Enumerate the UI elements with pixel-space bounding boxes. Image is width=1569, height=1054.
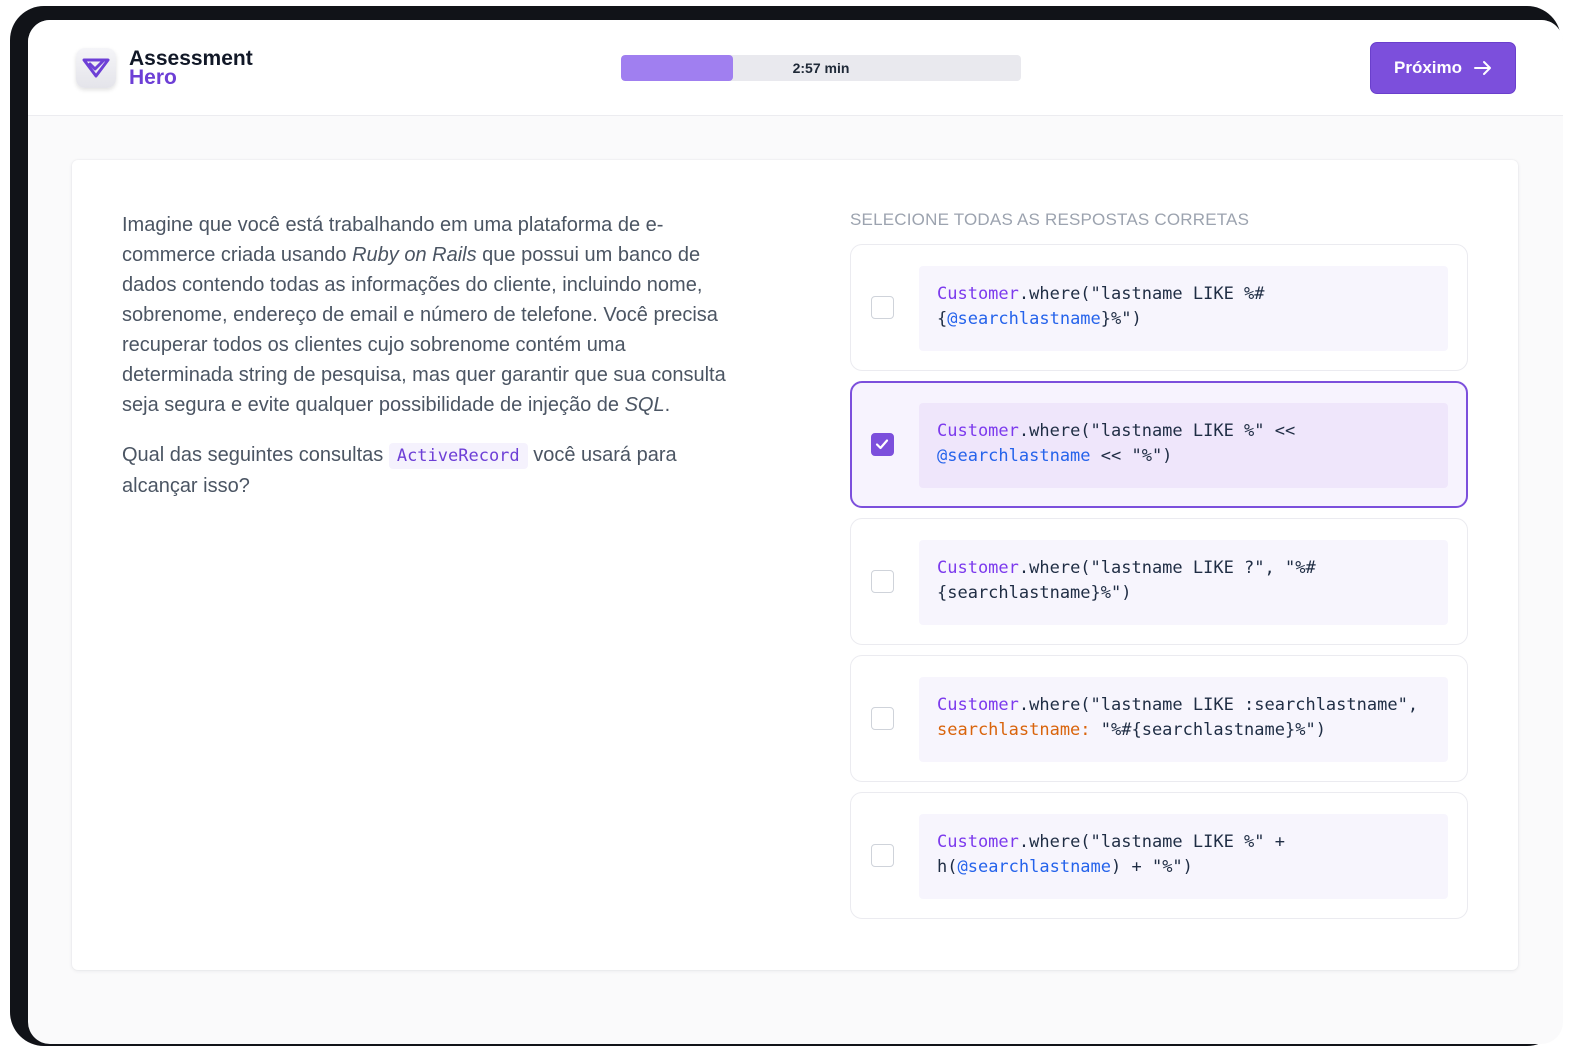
answer-instruction: SELECIONE TODAS AS RESPOSTAS CORRETAS	[850, 210, 1250, 229]
answer-checkbox[interactable]	[871, 844, 894, 867]
arrow-right-icon	[1474, 61, 1492, 75]
device-frame: Assessment Hero 2:57 min Próximo Imagine…	[10, 6, 1563, 1046]
brand-name-line2: Hero	[129, 66, 177, 89]
question-card: Imagine que você está trabalhando em uma…	[72, 160, 1518, 970]
answer-code: Customer.where("lastname LIKE %" << @sea…	[919, 403, 1448, 488]
answer-code: Customer.where("lastname LIKE %# {@searc…	[919, 266, 1448, 351]
heart-check-logo-icon	[76, 48, 116, 88]
question-paragraph-1: Imagine que você está trabalhando em uma…	[122, 214, 726, 416]
question-text: Imagine que você está trabalhando em uma…	[122, 210, 742, 501]
answer-option-5[interactable]: Customer.where("lastname LIKE %" + h(@se…	[850, 792, 1468, 919]
answer-option-4[interactable]: Customer.where("lastname LIKE :searchlas…	[850, 655, 1468, 782]
timer-progress-bar: 2:57 min	[621, 55, 1021, 81]
answer-checkbox[interactable]	[871, 570, 894, 593]
answer-option-2[interactable]: Customer.where("lastname LIKE %" << @sea…	[850, 381, 1468, 508]
question-paragraph-2: Qual das seguintes consultas ActiveRecor…	[122, 443, 677, 497]
next-button-label: Próximo	[1393, 58, 1463, 77]
checkmark-icon	[875, 439, 889, 450]
answer-code: Customer.where("lastname LIKE ?", "%# {s…	[919, 540, 1448, 625]
app-screen: Assessment Hero 2:57 min Próximo Imagine…	[28, 20, 1563, 1044]
inline-code-activerecord: ActiveRecord	[388, 443, 528, 469]
answer-code: Customer.where("lastname LIKE %" + h(@se…	[919, 814, 1448, 899]
answer-list: SELECIONE TODAS AS RESPOSTAS CORRETAS Cu…	[850, 210, 1468, 929]
answer-checkbox[interactable]	[871, 707, 894, 730]
timer-label: 2:57 min	[792, 60, 850, 76]
brand-logo: Assessment Hero	[76, 48, 253, 88]
answer-checkbox[interactable]	[871, 433, 894, 456]
answer-code: Customer.where("lastname LIKE :searchlas…	[919, 677, 1448, 762]
answer-option-1[interactable]: Customer.where("lastname LIKE %# {@searc…	[850, 244, 1468, 371]
answer-option-3[interactable]: Customer.where("lastname LIKE ?", "%# {s…	[850, 518, 1468, 645]
top-bar: Assessment Hero 2:57 min Próximo	[28, 20, 1563, 116]
next-button[interactable]: Próximo	[1370, 42, 1516, 94]
answer-checkbox[interactable]	[871, 296, 894, 319]
